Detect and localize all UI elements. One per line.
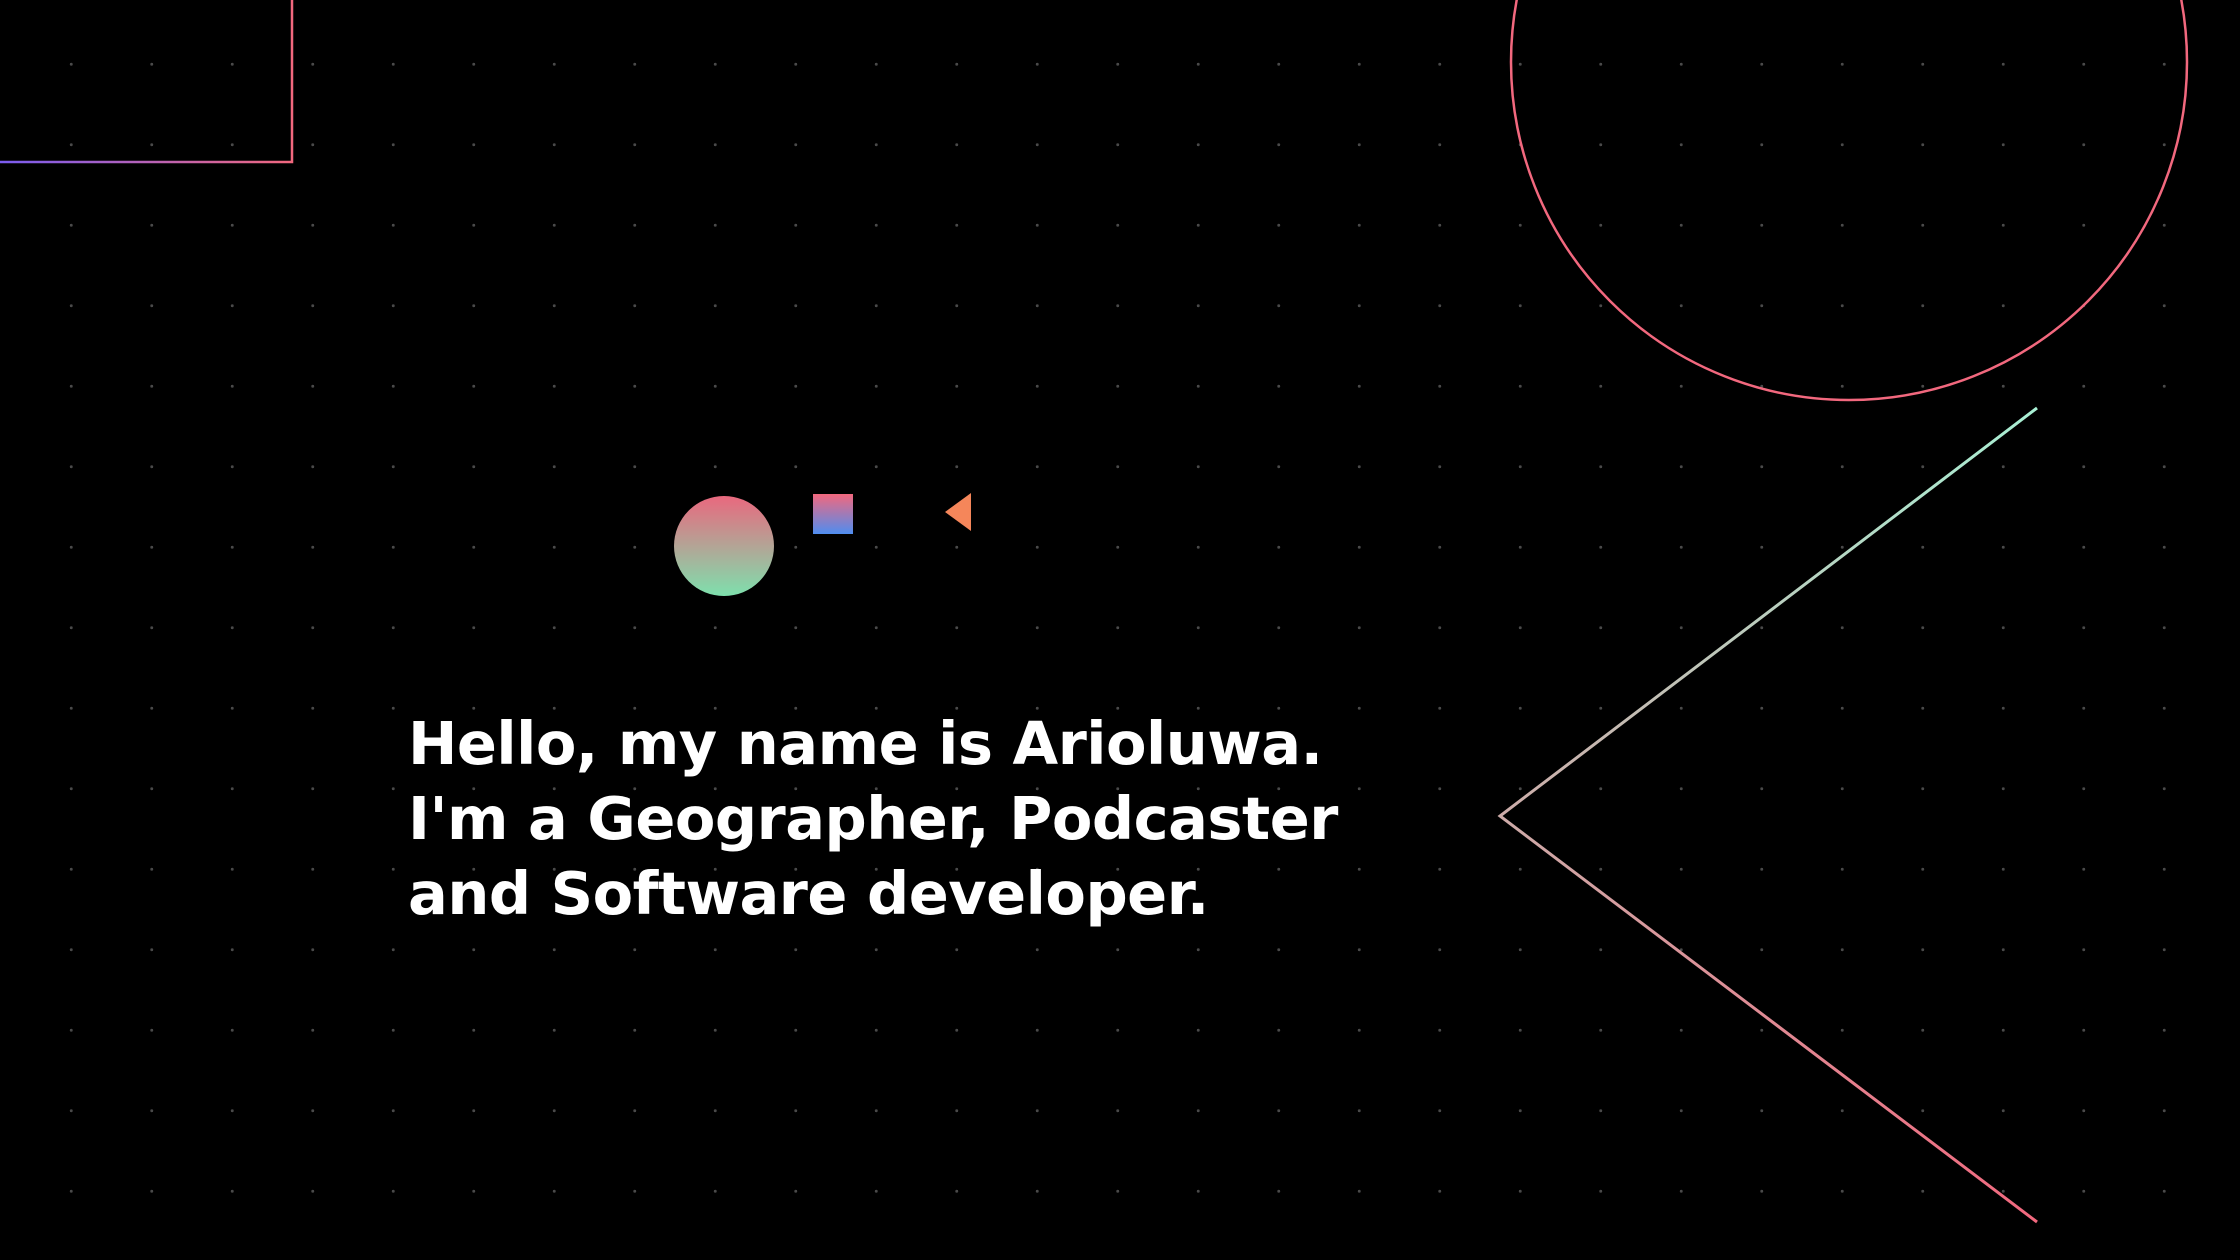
hero-line-2: I'm a Geographer, Podcaster [408,784,1338,853]
corner-rectangle-outline [0,0,294,164]
hero-line-3: and Software developer. [408,859,1209,928]
large-triangle-outline [1497,406,2038,1224]
large-circle-outline [1509,0,2189,402]
hero-stage: Hello, my name is Arioluwa. I'm a Geogra… [0,0,2240,1260]
orange-triangle-icon [945,493,971,531]
hero-intro-text: Hello, my name is Arioluwa. I'm a Geogra… [408,706,1408,931]
decorative-shapes [0,0,2189,1224]
hero-line-1: Hello, my name is Arioluwa. [408,709,1323,778]
gradient-circle-icon [674,496,774,596]
gradient-square-icon [813,494,853,534]
